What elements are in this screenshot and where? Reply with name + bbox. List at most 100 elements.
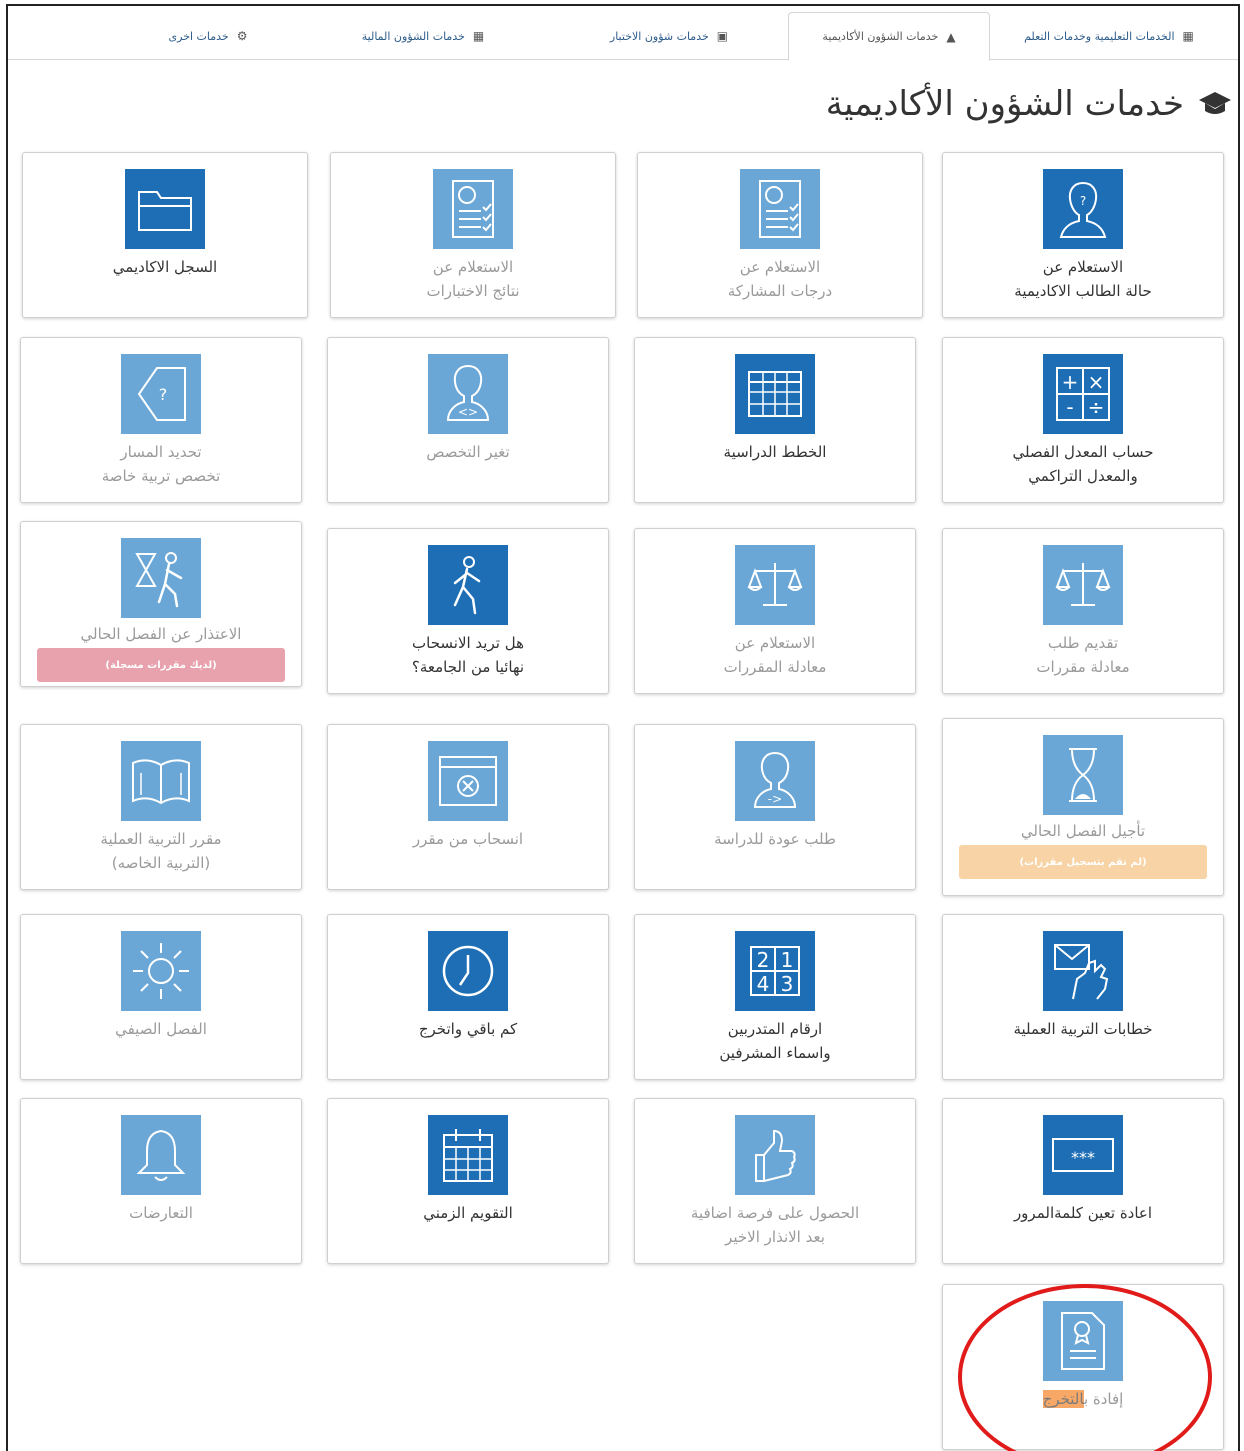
svg-text:1: 1 <box>781 948 794 972</box>
clock-icon <box>442 945 494 997</box>
svg-text:<-: <- <box>768 792 782 806</box>
graduation-cap-icon <box>1199 92 1231 114</box>
card-practical-education-course[interactable]: مقرر التربية العملية (التربية الخاصه) <box>20 724 302 890</box>
card-label: اعادة تعين كلمةالمرور <box>1013 1204 1153 1222</box>
hourglass-icon <box>1069 748 1097 802</box>
tab-academic-affairs[interactable]: ▲ خدمات الشؤون الأكاديمية <box>788 12 990 61</box>
card-label: التقويم الزمني <box>423 1204 513 1222</box>
card-label: مقرر التربية العملية (التربية الخاصه) <box>100 830 222 872</box>
svg-text:2: 2 <box>757 948 770 972</box>
svg-text:×: × <box>1088 370 1105 394</box>
student-head-icon: ? <box>1059 181 1107 238</box>
card-label: الحصول على فرصة اضافية بعد الانذار الاخير <box>690 1204 860 1246</box>
card-label: خطابات التربية العملية <box>1013 1020 1153 1038</box>
svg-text:4: 4 <box>757 972 770 996</box>
card-participation-grades[interactable]: الاستعلام عن درجات المشاركة <box>637 152 923 318</box>
svg-text:<>: <> <box>458 405 478 419</box>
card-label: الاستعلام عن درجات المشاركة <box>727 258 833 300</box>
card-practical-education-letters[interactable]: خطابات التربية العملية <box>942 914 1224 1080</box>
card-study-plans[interactable]: الخطط الدراسية <box>634 337 916 503</box>
direction-arrow-icon: ? <box>137 367 186 421</box>
card-exam-results[interactable]: الاستعلام عن نتائج الاختبارات <box>330 152 616 318</box>
card-withdraw-university[interactable]: هل تريد الانسحاب نهائيا من الجامعة؟ <box>327 528 609 694</box>
thumbs-up-icon <box>755 1129 796 1183</box>
envelope-hand-icon <box>1054 944 1109 1000</box>
svg-text:?: ? <box>1080 194 1086 208</box>
card-academic-calendar[interactable]: التقويم الزمني <box>327 1098 609 1264</box>
gear-icon: ⚙ <box>236 29 248 43</box>
scale-icon <box>747 563 803 606</box>
scale-icon <box>1055 563 1111 606</box>
card-label: تغير التخصص <box>426 443 510 461</box>
card-conflicts[interactable]: التعارضات <box>20 1098 302 1264</box>
sun-icon <box>133 943 189 999</box>
card-academic-record[interactable]: السجل الاكاديمي <box>22 152 308 318</box>
app-window: ▦ الخدمات التعليمية وخدمات التعلم ▲ خدما… <box>6 4 1240 1451</box>
card-extra-chance[interactable]: الحصول على فرصة اضافية بعد الانذار الاخير <box>634 1098 916 1264</box>
card-postpone-semester[interactable]: تأجيل الفصل الحالي (لم تقم بتسجيل مقررات… <box>942 718 1224 896</box>
card-label: التعارضات <box>129 1204 193 1222</box>
status-badge: (لم تقم بتسجيل مقررات) <box>959 845 1207 879</box>
card-reset-password[interactable]: *** اعادة تعين كلمةالمرور <box>942 1098 1224 1264</box>
head-code-icon: <> <box>446 364 490 421</box>
card-trainee-numbers[interactable]: 2 1 4 3 ارقام المتدربين واسماء المشرفين <box>634 914 916 1080</box>
svg-text:***: *** <box>1071 1148 1095 1167</box>
card-withdraw-course[interactable]: انسحاب من مقرر <box>327 724 609 890</box>
card-label: ارقام المتدربين واسماء المشرفين <box>719 1020 831 1062</box>
password-field-icon: *** <box>1052 1138 1114 1172</box>
card-label: تقديم طلب معادلة مقررات <box>1036 634 1130 676</box>
card-course-equivalence-request[interactable]: تقديم طلب معادلة مقررات <box>942 528 1224 694</box>
card-graduation-countdown[interactable]: كم باقي واتخرج <box>327 914 609 1080</box>
card-label: تأجيل الفصل الحالي <box>1020 822 1146 840</box>
card-label: كم باقي واتخرج <box>418 1020 518 1038</box>
bell-icon <box>136 1129 186 1181</box>
calculator-icon: + ×- ÷ <box>1056 367 1110 421</box>
card-label: طلب عودة للدراسة <box>714 830 836 848</box>
card-label: الفصل الصيفي <box>115 1020 207 1038</box>
card-label: هل تريد الانسحاب نهائيا من الجامعة؟ <box>411 634 525 676</box>
card-label: الخطط الدراسية <box>723 443 827 461</box>
card-summer-semester[interactable]: الفصل الصيفي <box>20 914 302 1080</box>
tab-bar: ▦ الخدمات التعليمية وخدمات التعلم ▲ خدما… <box>8 6 1238 61</box>
table-grid-icon <box>748 371 802 417</box>
card-change-major[interactable]: <> تغير التخصص <box>327 337 609 503</box>
checklist-icon <box>452 180 494 238</box>
card-course-equivalence-inquiry[interactable]: الاستعلام عن معادلة المقررات <box>634 528 916 694</box>
card-label: الاستعلام عن معادلة المقررات <box>723 634 827 676</box>
card-label: الاستعلام عن حالة الطالب الاكاديمية <box>1014 258 1152 300</box>
svg-text:3: 3 <box>781 972 794 996</box>
tab-exam-affairs[interactable]: ▣ خدمات شؤون الاختبار <box>560 12 778 60</box>
head-back-icon: <- <box>753 751 797 808</box>
card-student-status[interactable]: ? الاستعلام عن حالة الطالب الاكاديمية <box>942 152 1224 318</box>
card-label: السجل الاكاديمي <box>112 258 218 276</box>
money-icon: ▦ <box>472 29 485 43</box>
tab-educational-services[interactable]: ▦ الخدمات التعليمية وخدمات التعلم <box>994 12 1224 60</box>
page-title: خدمات الشؤون الأكاديمية <box>826 84 1232 124</box>
svg-text:-: - <box>1066 395 1073 419</box>
graduation-cap-icon: ▲ <box>946 29 956 44</box>
card-define-track[interactable]: ? تحديد المسار تخصص تربية خاصة <box>20 337 302 503</box>
card-label: انسحاب من مقرر <box>412 830 524 848</box>
svg-text:÷: ÷ <box>1088 395 1105 419</box>
folder-icon <box>138 191 192 231</box>
card-label: حساب المعدل الفصلي والمعدل التراكمي <box>1012 443 1154 485</box>
status-badge: (لديك مقررات مسجلة) <box>37 648 285 682</box>
calendar-icon <box>443 1129 493 1182</box>
card-return-to-study[interactable]: <- طلب عودة للدراسة <box>634 724 916 890</box>
card-label: تحديد المسار تخصص تربية خاصة <box>101 443 221 485</box>
tab-other-services[interactable]: ⚙ خدمات اخرى <box>128 12 288 60</box>
checklist-icon <box>759 180 801 238</box>
book-icon <box>132 759 190 805</box>
numbers-grid-icon: 2 1 4 3 <box>750 946 800 996</box>
calendar-icon: ▣ <box>716 29 729 43</box>
clipboard-icon: ▦ <box>1182 29 1194 43</box>
card-apologize-semester[interactable]: الاعتذار عن الفصل الحالي (لديك مقررات مس… <box>20 521 302 687</box>
card-gpa-calculator[interactable]: + × - ÷ حساب المعدل الفصلي والمعدل التراكمي <box>942 337 1224 503</box>
hourglass-person-icon <box>135 552 183 608</box>
card-label: الاعتذار عن الفصل الحالي <box>80 625 242 643</box>
svg-text:+: + <box>1062 370 1079 394</box>
tab-financial-affairs[interactable]: ▦ خدمات الشؤون المالية <box>298 12 548 60</box>
svg-text:?: ? <box>159 385 168 404</box>
card-label: الاستعلام عن نتائج الاختبارات <box>426 258 520 300</box>
walking-person-icon <box>453 556 481 615</box>
